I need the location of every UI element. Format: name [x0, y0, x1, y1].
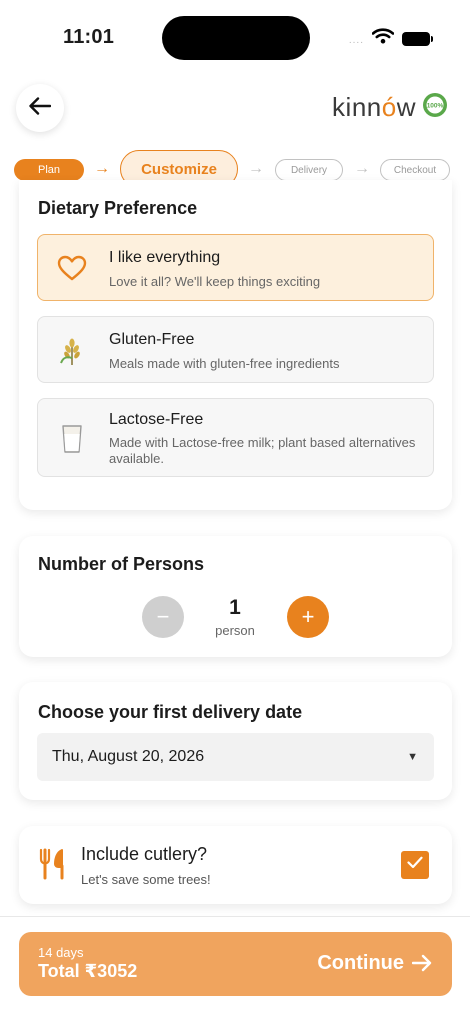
- wifi-icon: [371, 28, 395, 49]
- cutlery-subtitle: Let's save some trees!: [81, 872, 211, 887]
- certified-badge-icon: 100%: [422, 92, 448, 123]
- wheat-icon: [56, 335, 88, 367]
- step-plan[interactable]: Plan: [14, 159, 84, 181]
- milk-glass-icon: [56, 423, 88, 455]
- step-delivery[interactable]: Delivery: [275, 159, 343, 181]
- badge-text: 100%: [427, 103, 444, 110]
- delivery-date-select[interactable]: Thu, August 20, 2026 ▼: [37, 733, 434, 781]
- step-checkout[interactable]: Checkout: [380, 159, 450, 181]
- arrow-left-icon: [29, 96, 52, 120]
- dietary-title: Dietary Preference: [38, 198, 198, 218]
- check-icon: [407, 856, 423, 874]
- option-like-everything[interactable]: I like everything Love it all? We'll kee…: [37, 234, 434, 301]
- persons-count: 1: [229, 596, 241, 619]
- step-arrow-icon: →: [248, 160, 264, 177]
- status-bar: 11:01 ....: [0, 0, 470, 70]
- caret-down-icon: ▼: [407, 751, 418, 763]
- status-icons: ....: [348, 28, 433, 49]
- option-title: Lactose-Free: [109, 411, 204, 428]
- continue-button[interactable]: 14 days Total ₹3052 Continue: [19, 932, 452, 996]
- status-time: 11:01: [63, 26, 115, 48]
- cutlery-card: Include cutlery? Let's save some trees!: [19, 826, 452, 904]
- brand-logo: kinnów 100%: [332, 92, 448, 123]
- option-description: Made with Lactose-free milk; plant based…: [109, 435, 416, 466]
- heart-icon: [56, 252, 88, 284]
- arrow-right-icon: [411, 954, 432, 977]
- plus-icon: +: [301, 604, 315, 629]
- number-of-persons-card: Number of Persons − 1 person +: [19, 536, 452, 657]
- dynamic-island: [162, 16, 310, 60]
- delivery-date-card: Choose your first delivery date Thu, Aug…: [19, 682, 452, 800]
- delivery-date-value: Thu, August 20, 2026: [52, 748, 205, 765]
- signal-dots: ....: [348, 35, 364, 46]
- persons-title: Number of Persons: [38, 554, 205, 574]
- plan-duration: 14 days: [38, 945, 84, 960]
- option-lactose-free[interactable]: Lactose-Free Made with Lactose-free milk…: [37, 398, 434, 477]
- increment-button[interactable]: +: [287, 596, 329, 638]
- dietary-preference-card: Dietary Preference I like everything Lov…: [19, 180, 452, 510]
- option-description: Meals made with gluten-free ingredients: [109, 356, 340, 371]
- delivery-date-title: Choose your first delivery date: [38, 702, 303, 722]
- step-arrow-icon: →: [354, 160, 370, 177]
- brand-name: kinnów: [332, 92, 416, 122]
- step-arrow-icon: →: [94, 160, 110, 177]
- option-description: Love it all? We'll keep things exciting: [109, 274, 321, 289]
- option-gluten-free[interactable]: Gluten-Free Meals made with gluten-free …: [37, 316, 434, 383]
- cutlery-checkbox[interactable]: [401, 851, 429, 879]
- minus-icon: −: [156, 604, 170, 629]
- battery-icon: [402, 31, 433, 46]
- option-title: I like everything: [109, 249, 221, 266]
- continue-label: Continue: [317, 952, 404, 974]
- cutlery-title: Include cutlery?: [81, 844, 208, 864]
- back-button[interactable]: [16, 84, 64, 132]
- footer-divider: [0, 916, 470, 917]
- quantity-stepper: − 1 person +: [19, 596, 452, 644]
- decrement-button[interactable]: −: [142, 596, 184, 638]
- persons-unit: person: [215, 623, 255, 638]
- fork-knife-icon: [39, 848, 67, 885]
- option-title: Gluten-Free: [109, 331, 195, 348]
- total-price: Total ₹3052: [38, 961, 138, 981]
